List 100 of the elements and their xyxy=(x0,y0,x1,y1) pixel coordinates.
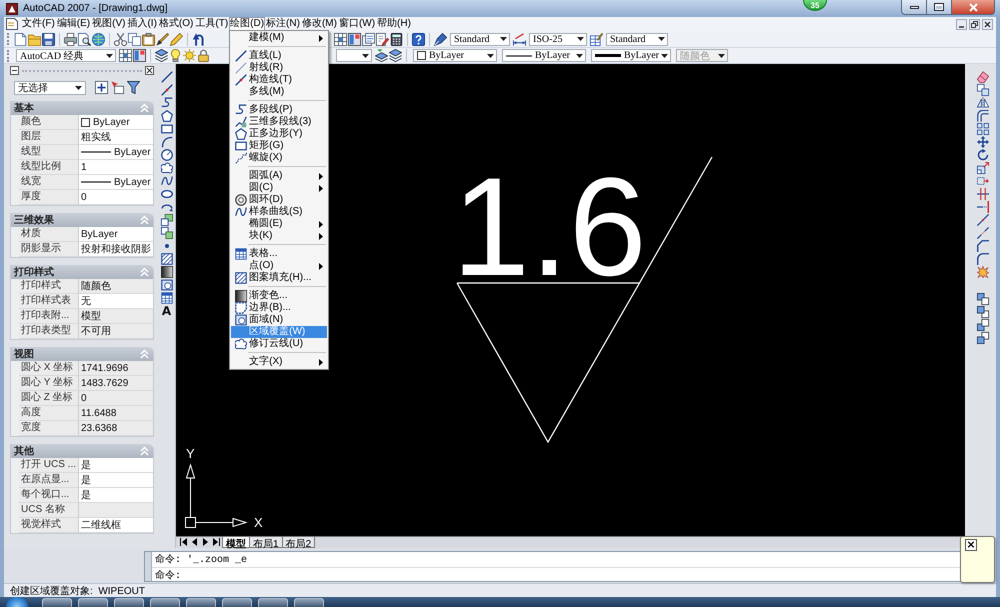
menu-item[interactable]: 插入(I) xyxy=(126,17,158,31)
property-field[interactable]: ByLayer xyxy=(79,175,153,190)
panel-icon[interactable] xyxy=(348,32,361,46)
sheets-icon[interactable] xyxy=(362,32,375,46)
layout-tab[interactable]: 布局1 xyxy=(249,537,283,548)
skip-back-icon[interactable] xyxy=(180,538,187,546)
property-field[interactable]: 二维线框 xyxy=(79,518,153,533)
clipboard-icon[interactable] xyxy=(142,32,155,46)
menu-option[interactable]: 样条曲线(S) xyxy=(231,206,328,218)
scale-icon[interactable] xyxy=(976,162,988,174)
block-icon[interactable] xyxy=(160,214,172,226)
property-field[interactable]: 是 xyxy=(79,458,153,473)
trim-icon[interactable] xyxy=(976,188,988,200)
menu-option[interactable]: 图案填充(H)... xyxy=(231,272,328,284)
menu-option[interactable]: 建模(M) xyxy=(231,32,328,44)
pages-icon[interactable] xyxy=(128,32,141,46)
hatch-icon[interactable] xyxy=(160,253,172,265)
property-field[interactable]: ByLayer xyxy=(79,145,153,160)
layers-icon[interactable] xyxy=(389,49,402,62)
minimize-button[interactable] xyxy=(901,0,927,15)
menu-option[interactable]: 面域(N) xyxy=(231,314,328,326)
menu-option[interactable]: 螺旋(X) xyxy=(231,152,328,164)
menu-option[interactable]: 多段线(P) xyxy=(231,104,328,116)
close-icon[interactable] xyxy=(982,18,993,30)
line-icon[interactable] xyxy=(160,71,172,83)
eraser-icon[interactable] xyxy=(976,71,988,83)
plus-square-icon[interactable] xyxy=(95,81,108,94)
menu-option[interactable]: 正多边形(Y) xyxy=(231,128,328,140)
workspace-dropdown[interactable]: AutoCAD 经典 xyxy=(16,49,116,62)
menu-option[interactable]: 射线(R) xyxy=(231,62,328,74)
layout-tab[interactable]: 布局2 xyxy=(282,537,316,548)
grid-icon[interactable] xyxy=(119,49,132,62)
menu-option[interactable]: 矩形(G) xyxy=(231,140,328,152)
sun-icon[interactable] xyxy=(183,49,196,62)
minimize-icon[interactable] xyxy=(956,18,967,30)
menu-item[interactable]: 帮助(H) xyxy=(376,17,412,31)
property-field[interactable]: 无 xyxy=(79,294,153,309)
rectangle-icon[interactable] xyxy=(160,123,172,135)
block-icon[interactable] xyxy=(160,227,172,239)
magnifier-page-icon[interactable] xyxy=(78,32,91,46)
menu-item[interactable]: 工具(T) xyxy=(194,17,230,31)
menu-option[interactable]: 修订云线(U) xyxy=(231,338,328,350)
triangle-left-icon[interactable] xyxy=(192,538,197,546)
property-field[interactable]: 是 xyxy=(79,473,153,488)
section-header[interactable]: 视图 xyxy=(11,347,153,361)
stacked-squares-icon[interactable] xyxy=(976,319,988,331)
section-header[interactable]: 其他 xyxy=(11,444,153,458)
taskbar-button[interactable] xyxy=(42,598,72,607)
menu-option[interactable]: 点(O) xyxy=(231,260,328,272)
menu-item[interactable]: 视图(V) xyxy=(91,17,126,31)
printer-icon[interactable] xyxy=(64,32,77,46)
menu-option[interactable]: 边界(B)... xyxy=(231,302,328,314)
triangle-right-icon[interactable] xyxy=(203,538,208,546)
break-icon[interactable] xyxy=(976,227,988,239)
menu-item[interactable]: 修改(M) xyxy=(300,17,338,31)
lineweight-dropdown[interactable]: ByLayer xyxy=(591,49,671,62)
stacked-squares-icon[interactable] xyxy=(976,332,988,344)
layers-arrow-icon[interactable] xyxy=(375,49,388,62)
copy-icon[interactable] xyxy=(976,84,988,96)
text-tool[interactable]: A xyxy=(162,305,172,318)
gradient-icon[interactable] xyxy=(160,266,172,278)
menu-option[interactable]: 椭圆(E) xyxy=(231,218,328,230)
menu-item[interactable]: 绘图(D) xyxy=(229,17,266,31)
menu-option[interactable]: 表格... xyxy=(231,248,328,260)
menu-item[interactable]: 格式(O) xyxy=(158,17,194,31)
circle-icon[interactable] xyxy=(160,149,172,161)
menu-option[interactable]: 文字(X) xyxy=(231,356,328,368)
property-field[interactable]: ByLayer xyxy=(79,115,153,130)
move-icon[interactable] xyxy=(976,136,988,148)
parallel-curves-icon[interactable] xyxy=(976,110,988,122)
table-brush-icon[interactable] xyxy=(590,32,603,46)
start-button[interactable] xyxy=(6,597,28,607)
taskbar-button[interactable] xyxy=(78,598,108,607)
extend-icon[interactable] xyxy=(976,201,988,213)
menu-option[interactable]: 三维多段线(3) xyxy=(231,116,328,128)
lock-icon[interactable] xyxy=(197,49,210,62)
taskbar-button[interactable] xyxy=(294,598,324,607)
panel-icon[interactable] xyxy=(133,49,146,62)
menu-item[interactable]: 编辑(E) xyxy=(56,17,92,31)
menu-option[interactable]: 直线(L) xyxy=(231,50,328,62)
color-dropdown[interactable]: ByLayer xyxy=(413,49,497,62)
property-field[interactable]: 1 xyxy=(79,160,153,175)
menu-option[interactable]: 多线(M) xyxy=(231,86,328,98)
layout-tab[interactable]: 模型 xyxy=(222,537,250,548)
stacked-squares-icon[interactable] xyxy=(976,293,988,305)
taskbar-button[interactable] xyxy=(186,598,216,607)
menu-item[interactable]: 窗口(W) xyxy=(338,17,376,31)
linetype-dropdown[interactable]: ByLayer xyxy=(502,49,586,62)
menu-option[interactable]: 区域覆盖(W) xyxy=(231,326,328,338)
menu-option[interactable]: 构造线(T) xyxy=(231,74,328,86)
restore-icon[interactable] xyxy=(969,18,980,30)
grid-squares-icon[interactable] xyxy=(976,123,988,135)
grip-handle[interactable] xyxy=(145,552,152,581)
close-icon[interactable] xyxy=(145,66,154,75)
close-button[interactable] xyxy=(952,0,995,15)
skip-forward-icon[interactable] xyxy=(213,538,220,546)
menu-option[interactable]: 圆弧(A) xyxy=(231,170,328,182)
text-style-dropdown[interactable]: Standard xyxy=(450,32,510,46)
dimension-style-dropdown[interactable]: ISO-25 xyxy=(529,32,587,46)
layer-dropdown[interactable] xyxy=(336,49,372,62)
